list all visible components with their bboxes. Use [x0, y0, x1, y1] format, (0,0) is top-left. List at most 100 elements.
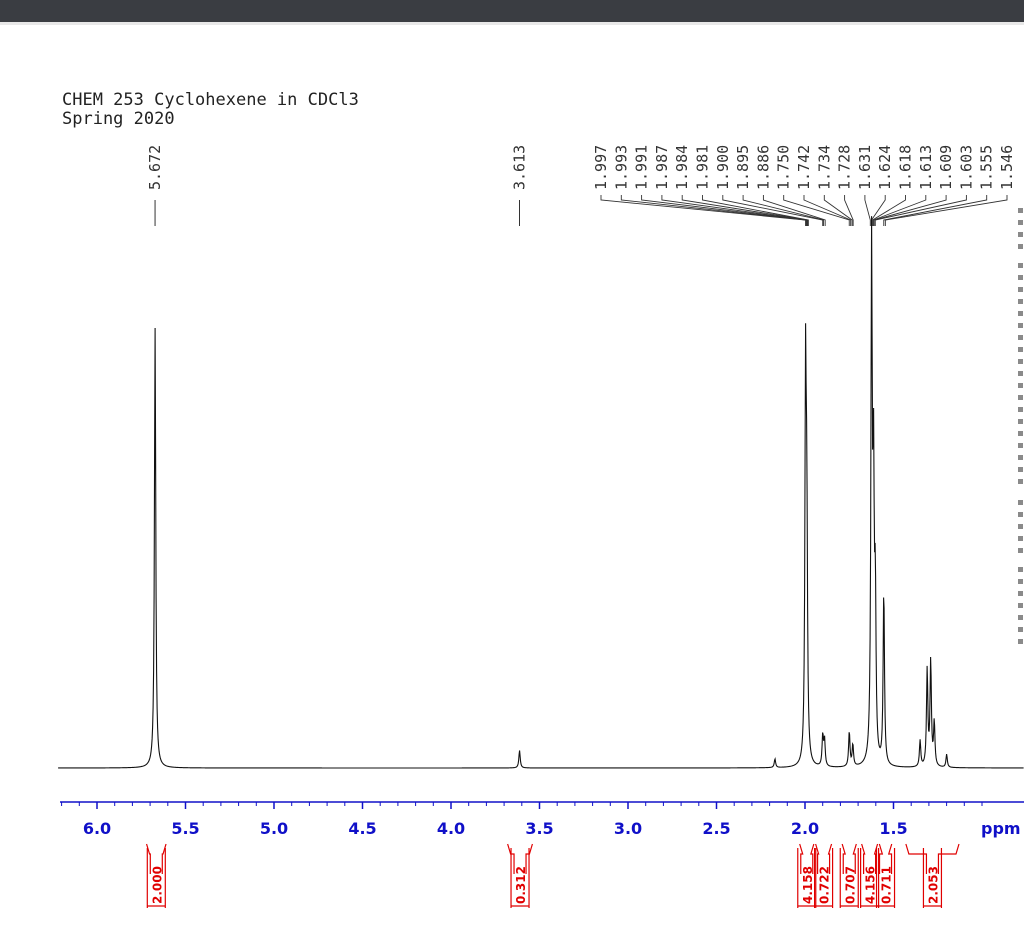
peak-label: 1.987 [653, 145, 671, 190]
window-title-bar [0, 0, 1024, 22]
parameter-glyph [1018, 500, 1023, 505]
ppm-axis: 6.0 5.5 5.0 4.5 4.0 3.5 3.0 2.5 2.0 1.5 ppm [60, 801, 1024, 838]
parameter-glyph [1018, 287, 1023, 292]
parameter-glyph [1018, 524, 1023, 529]
integral-value: 0.312 [514, 866, 528, 904]
spectrum-trace-group [58, 216, 1024, 769]
peak-label-leader [864, 195, 871, 226]
peak-label: 1.886 [754, 145, 772, 190]
parameter-glyph [1018, 244, 1023, 249]
peak-label: 1.991 [633, 145, 651, 190]
peak-label-leader [681, 195, 809, 226]
parameter-glyph [1018, 359, 1023, 364]
peak-label-group: 5.672 3.613 1.997 1.993 1.991 1.987 1.984 1.981… [146, 145, 1016, 226]
parameter-glyph [1018, 335, 1023, 340]
peak-label: 1.609 [937, 145, 955, 190]
acquisition-parameters [1018, 208, 1023, 644]
integral-region: 2.053 [905, 843, 960, 908]
axis-tick-label: 3.5 [525, 819, 553, 838]
parameter-glyph [1018, 395, 1023, 400]
axis-tick-label: 6.0 [83, 819, 111, 838]
integral-region: 4.158 [797, 843, 817, 908]
parameter-glyph [1018, 615, 1023, 620]
axis-tick-label: 5.5 [171, 819, 199, 838]
axis-tick-label: 4.5 [348, 819, 376, 838]
peak-label: 3.613 [510, 145, 528, 190]
parameter-glyph [1018, 232, 1023, 237]
parameter-glyph [1018, 467, 1023, 472]
parameter-glyph [1018, 443, 1023, 448]
parameter-glyph [1018, 347, 1023, 352]
parameter-glyph [1018, 603, 1023, 608]
peak-label: 1.997 [592, 145, 610, 190]
peak-label: 1.728 [836, 145, 854, 190]
integral-region: 0.312 [507, 843, 533, 908]
integral-region: 4.156 [860, 843, 880, 908]
peak-label: 5.672 [146, 145, 164, 190]
peak-label: 1.546 [998, 145, 1016, 190]
integral-region: 0.707 [839, 843, 859, 908]
peak-label: 1.742 [795, 145, 813, 190]
peak-label: 1.750 [775, 145, 793, 190]
parameter-glyph [1018, 208, 1023, 213]
integral-region: 0.722 [813, 843, 834, 908]
axis-tick-label: 4.0 [437, 819, 465, 838]
integral-region: 2.000 [145, 843, 167, 908]
parameter-glyph [1018, 311, 1023, 316]
peak-label: 1.993 [612, 145, 630, 190]
parameter-glyph [1018, 512, 1023, 517]
integral-value: 0.711 [880, 866, 894, 904]
peak-label: 1.618 [897, 145, 915, 190]
integral-group: 2.000 0.312 4.158 0.722 0.707 4.156 0.711 2.053 [145, 843, 960, 908]
integral-value: 4.156 [864, 866, 878, 904]
parameter-glyph [1018, 299, 1023, 304]
peak-label-leader [641, 195, 808, 226]
parameter-glyph [1018, 263, 1023, 268]
parameter-glyph [1018, 579, 1023, 584]
peak-label: 1.631 [856, 145, 874, 190]
peak-label-leader [803, 195, 852, 226]
parameter-glyph [1018, 323, 1023, 328]
integral-value: 4.158 [801, 866, 815, 904]
peak-label: 1.613 [917, 145, 935, 190]
parameter-glyph [1018, 548, 1023, 553]
peak-label: 1.555 [978, 145, 996, 190]
peak-label-leader [620, 195, 807, 226]
spectrum-line [58, 216, 1024, 769]
peak-label: 1.981 [694, 145, 712, 190]
parameter-glyph [1018, 431, 1023, 436]
parameter-glyph [1018, 455, 1023, 460]
integral-region: 0.711 [875, 843, 896, 908]
parameter-glyph [1018, 479, 1023, 484]
axis-tick-label: 2.0 [791, 819, 819, 838]
peak-label: 1.895 [734, 145, 752, 190]
peak-label: 1.624 [876, 145, 894, 190]
parameter-glyph [1018, 371, 1023, 376]
spectrum-subtitle: Spring 2020 [62, 109, 175, 129]
nmr-spectrum: CHEM 253 Cyclohexene in CDCl3 Spring 202… [58, 90, 1024, 908]
peak-label: 1.603 [957, 145, 975, 190]
peak-label: 1.984 [673, 145, 691, 190]
parameter-glyph [1018, 567, 1023, 572]
axis-tick-label: 3.0 [614, 819, 642, 838]
integral-value: 2.053 [926, 866, 940, 904]
peak-label: 1.734 [815, 145, 833, 190]
parameter-glyph [1018, 220, 1023, 225]
axis-unit-label: ppm [981, 819, 1021, 838]
parameter-glyph [1018, 639, 1023, 644]
axis-tick-label: 2.5 [702, 819, 730, 838]
integral-value: 0.707 [843, 866, 857, 904]
peak-label-leader [762, 195, 826, 226]
parameter-glyph [1018, 407, 1023, 412]
spectrum-title: CHEM 253 Cyclohexene in CDCl3 [62, 90, 359, 110]
integral-value: 0.722 [818, 866, 832, 904]
parameter-glyph [1018, 383, 1023, 388]
parameter-glyph [1018, 419, 1023, 424]
axis-tick-label: 5.0 [260, 819, 288, 838]
peak-label: 1.900 [714, 145, 732, 190]
axis-tick-label: 1.5 [879, 819, 907, 838]
parameter-glyph [1018, 591, 1023, 596]
parameter-glyph [1018, 275, 1023, 280]
parameter-glyph [1018, 627, 1023, 632]
integral-value: 2.000 [150, 866, 164, 904]
